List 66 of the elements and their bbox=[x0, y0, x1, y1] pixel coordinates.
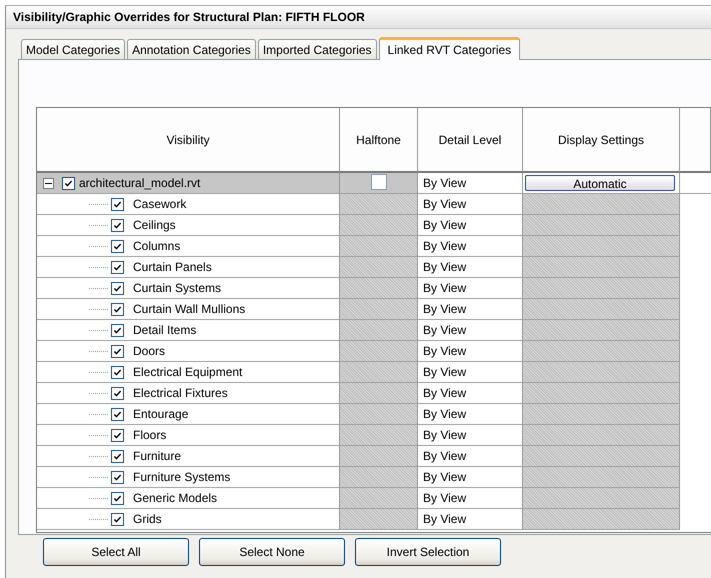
checkbox[interactable] bbox=[111, 282, 124, 294]
table-cell[interactable]: By View bbox=[418, 386, 466, 400]
category-name: Casework bbox=[132, 197, 186, 211]
checkbox[interactable] bbox=[111, 218, 124, 232]
table-cell[interactable]: By View bbox=[418, 491, 466, 505]
table-cell[interactable]: By View bbox=[418, 176, 466, 190]
category-name: Doors bbox=[132, 344, 166, 358]
checkbox[interactable] bbox=[111, 428, 124, 442]
category-name: Curtain Panels bbox=[132, 260, 212, 274]
table-cell[interactable]: By View bbox=[418, 407, 466, 421]
table-cell[interactable]: By View bbox=[418, 281, 466, 295]
category-name: Curtain Wall Mullions bbox=[132, 302, 246, 316]
category-name: Floors bbox=[132, 428, 166, 442]
category-name: Grids bbox=[132, 512, 162, 526]
table-cell[interactable]: By View bbox=[418, 428, 466, 442]
file-name: architectural_model.rvt bbox=[78, 176, 200, 190]
display-settings-button[interactable]: Automatic bbox=[525, 175, 675, 191]
table-cell[interactable]: By View bbox=[418, 260, 466, 274]
column-header: Display Settings bbox=[523, 108, 680, 173]
table-cell[interactable]: By View bbox=[418, 218, 466, 232]
table-cell[interactable]: By View bbox=[418, 512, 466, 526]
checkbox[interactable] bbox=[111, 198, 124, 210]
category-name: Furniture bbox=[132, 449, 182, 463]
checkbox[interactable] bbox=[111, 302, 124, 316]
table-cell[interactable]: By View bbox=[418, 365, 466, 379]
button[interactable]: Select All bbox=[43, 538, 189, 566]
column-header: Halftone bbox=[340, 108, 418, 173]
window-title: Visibility/Graphic Overrides for Structural Plan: FIFTH FLOOR bbox=[6, 6, 711, 29]
category-name: Electrical Equipment bbox=[132, 365, 242, 379]
table-cell[interactable]: By View bbox=[418, 344, 466, 358]
category-name: Electrical Fixtures bbox=[132, 386, 228, 400]
table-cell[interactable]: By View bbox=[418, 470, 466, 484]
table-cell[interactable]: By View bbox=[418, 449, 466, 463]
checkbox[interactable] bbox=[111, 324, 124, 336]
table-cell[interactable]: By View bbox=[418, 323, 466, 337]
category-name: Generic Models bbox=[132, 491, 218, 505]
table-cell[interactable]: By View bbox=[418, 197, 466, 211]
checkbox[interactable] bbox=[370, 174, 386, 190]
category-name: Curtain Systems bbox=[132, 281, 222, 295]
checkbox[interactable] bbox=[111, 512, 124, 526]
checkbox[interactable] bbox=[111, 260, 124, 274]
checkbox[interactable] bbox=[111, 240, 124, 252]
category-name: Furniture Systems bbox=[132, 470, 230, 484]
table-cell[interactable]: By View bbox=[418, 302, 466, 316]
checkbox[interactable] bbox=[111, 450, 124, 462]
table-cell[interactable]: By View bbox=[418, 239, 466, 253]
checkbox[interactable] bbox=[111, 470, 124, 484]
category-name: Columns bbox=[132, 239, 180, 253]
tab[interactable]: Imported Categories bbox=[258, 39, 377, 59]
checkbox[interactable] bbox=[62, 176, 75, 190]
tab[interactable]: Model Categories bbox=[21, 39, 126, 59]
tab[interactable]: Linked RVT Categories bbox=[378, 37, 520, 60]
tab[interactable]: Annotation Categories bbox=[127, 39, 256, 59]
button[interactable]: Invert Selection bbox=[355, 538, 501, 566]
collapse-icon[interactable] bbox=[43, 178, 54, 188]
category-name: Ceilings bbox=[132, 218, 176, 232]
checkbox[interactable] bbox=[111, 386, 124, 400]
button[interactable]: Select None bbox=[199, 538, 345, 566]
category-name: Entourage bbox=[132, 407, 188, 421]
category-name: Detail Items bbox=[132, 323, 196, 337]
checkbox[interactable] bbox=[111, 344, 124, 358]
column-header: Visibility bbox=[37, 108, 340, 173]
checkbox[interactable] bbox=[111, 492, 124, 504]
checkbox[interactable] bbox=[111, 408, 124, 420]
checkbox[interactable] bbox=[111, 366, 124, 378]
column-header: Detail Level bbox=[418, 108, 523, 173]
